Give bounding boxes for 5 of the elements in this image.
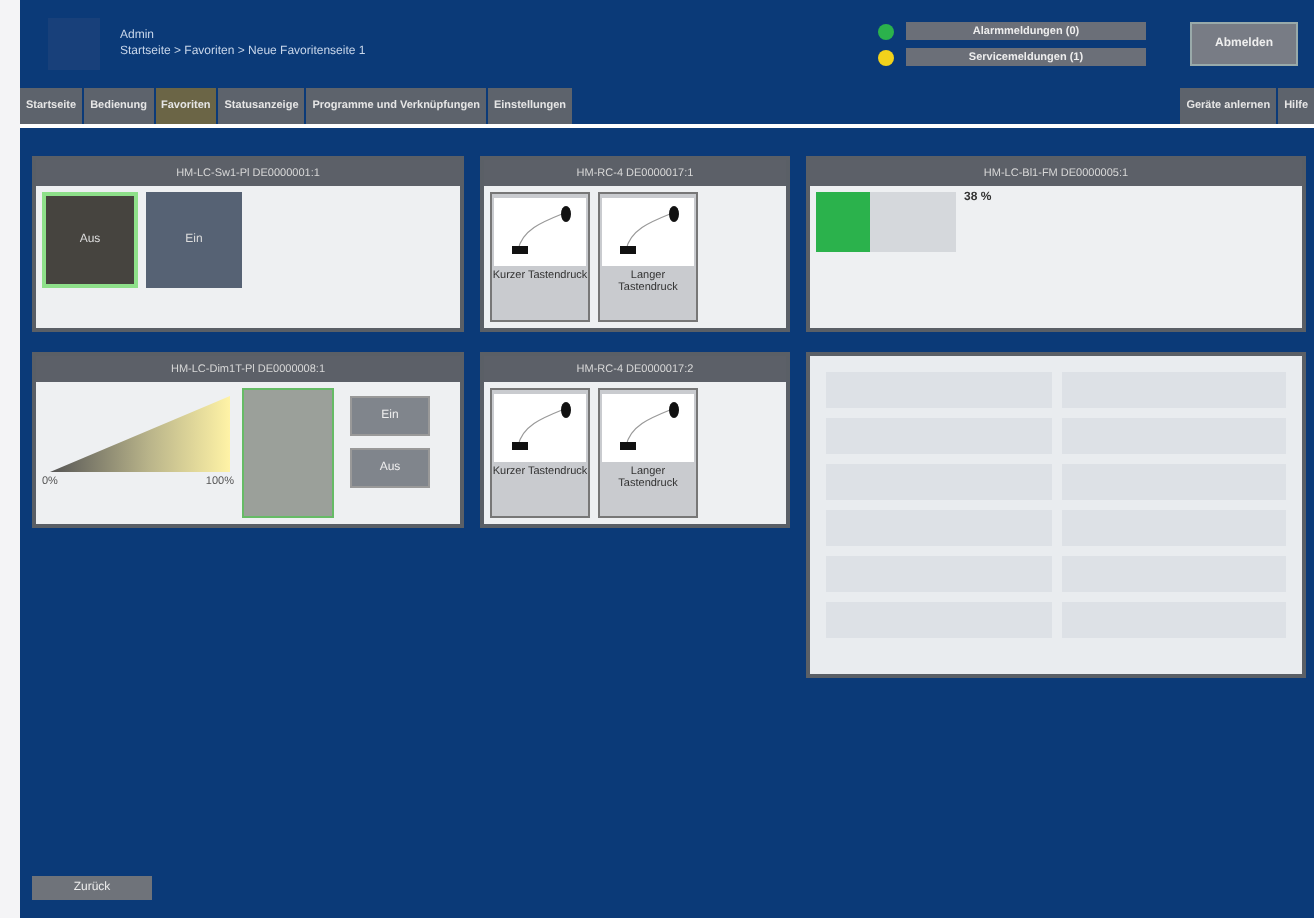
remote-key-drawing xyxy=(602,394,694,462)
remote-key-drawing xyxy=(602,198,694,266)
remote-key-drawing xyxy=(494,394,586,462)
remote-key-drawing xyxy=(494,198,586,266)
value-panel xyxy=(242,388,334,518)
